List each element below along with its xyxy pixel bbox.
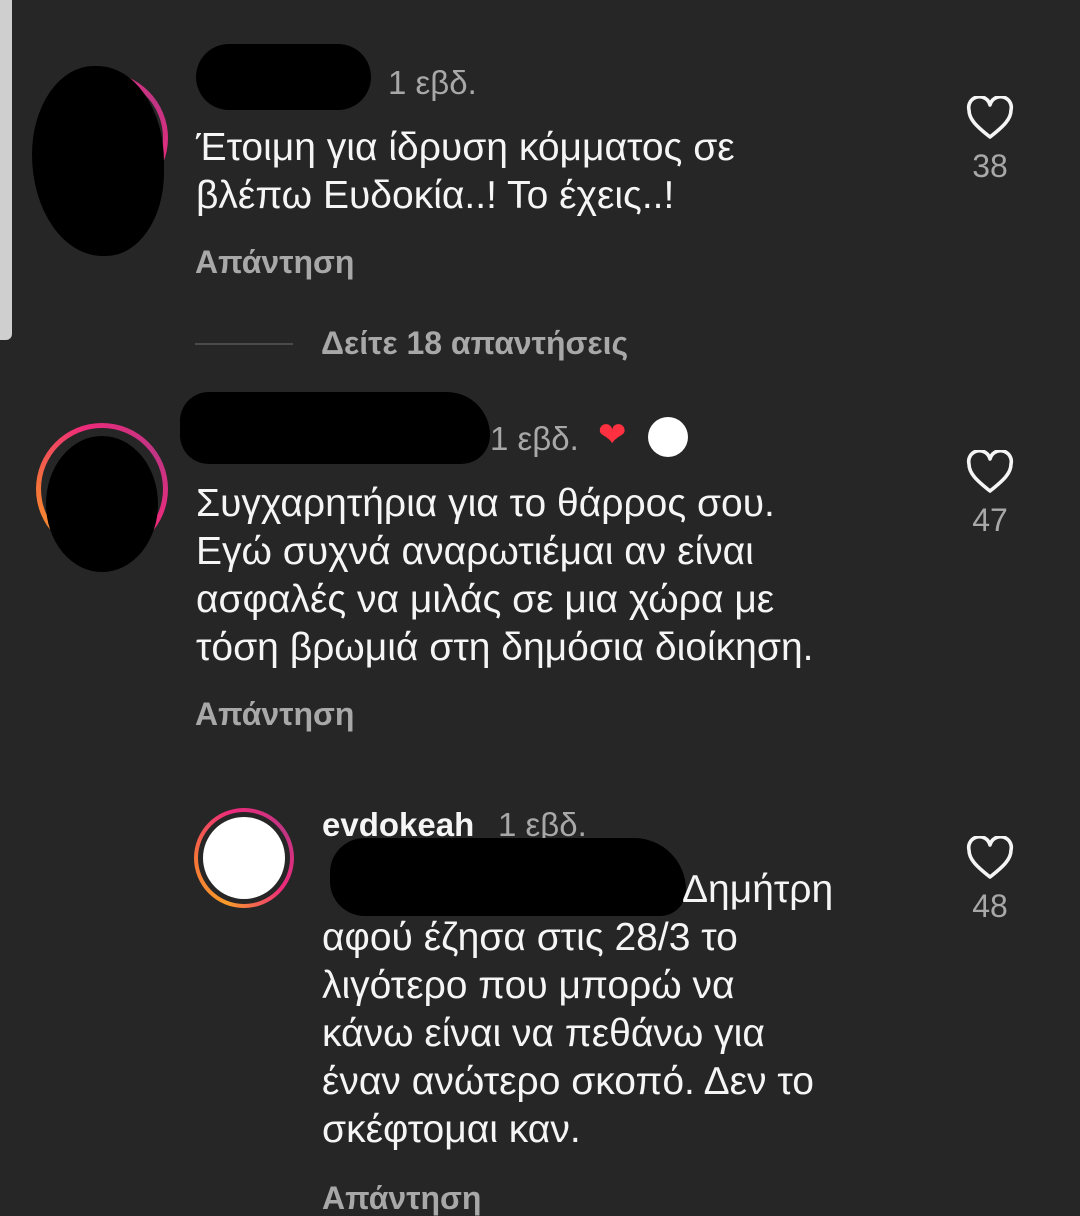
comment-text-first-line: Δημήτρη (682, 868, 834, 911)
heart-outline-icon (966, 836, 1014, 879)
reply-button[interactable]: Απάντηση (322, 1180, 481, 1216)
like-button[interactable]: 38 (960, 96, 1020, 185)
mention-redaction (330, 838, 686, 916)
red-heart-icon: ❤ (598, 416, 627, 454)
like-count: 47 (972, 502, 1008, 538)
view-replies-label: Δείτε 18 απαντήσεις (321, 325, 629, 361)
avatar-redaction (46, 436, 158, 572)
reply-button[interactable]: Απάντηση (195, 696, 354, 733)
avatar-story-ring[interactable] (194, 808, 294, 908)
scroll-indicator[interactable] (0, 0, 12, 340)
comment-text: αφού έζησα στις 28/3 το λιγότερο που μπο… (322, 916, 814, 1151)
like-button[interactable]: 48 (960, 836, 1020, 925)
like-count: 48 (972, 888, 1008, 924)
like-count: 38 (972, 148, 1008, 184)
reply-button[interactable]: Απάντηση (195, 244, 354, 281)
divider-line (195, 342, 293, 345)
heart-outline-icon (966, 450, 1014, 493)
comment-text: Έτοιμη για ίδρυση κόμματος σε βλέπω Ευδο… (196, 126, 735, 217)
avatar-redaction (32, 66, 164, 256)
username-redaction (180, 392, 490, 464)
author-avatar-badge (648, 417, 688, 457)
view-replies-button[interactable]: Δείτε 18 απαντήσεις (195, 325, 628, 362)
comment-timestamp: 1 εβδ. (388, 64, 477, 101)
like-button[interactable]: 47 (960, 450, 1020, 539)
comment-text: Συγχαρητήρια για το θάρρος σου. Εγώ συχν… (196, 482, 814, 669)
heart-outline-icon (966, 96, 1014, 139)
avatar (203, 817, 285, 899)
username-redaction (196, 44, 371, 110)
comment-timestamp: 1 εβδ. (490, 420, 579, 457)
